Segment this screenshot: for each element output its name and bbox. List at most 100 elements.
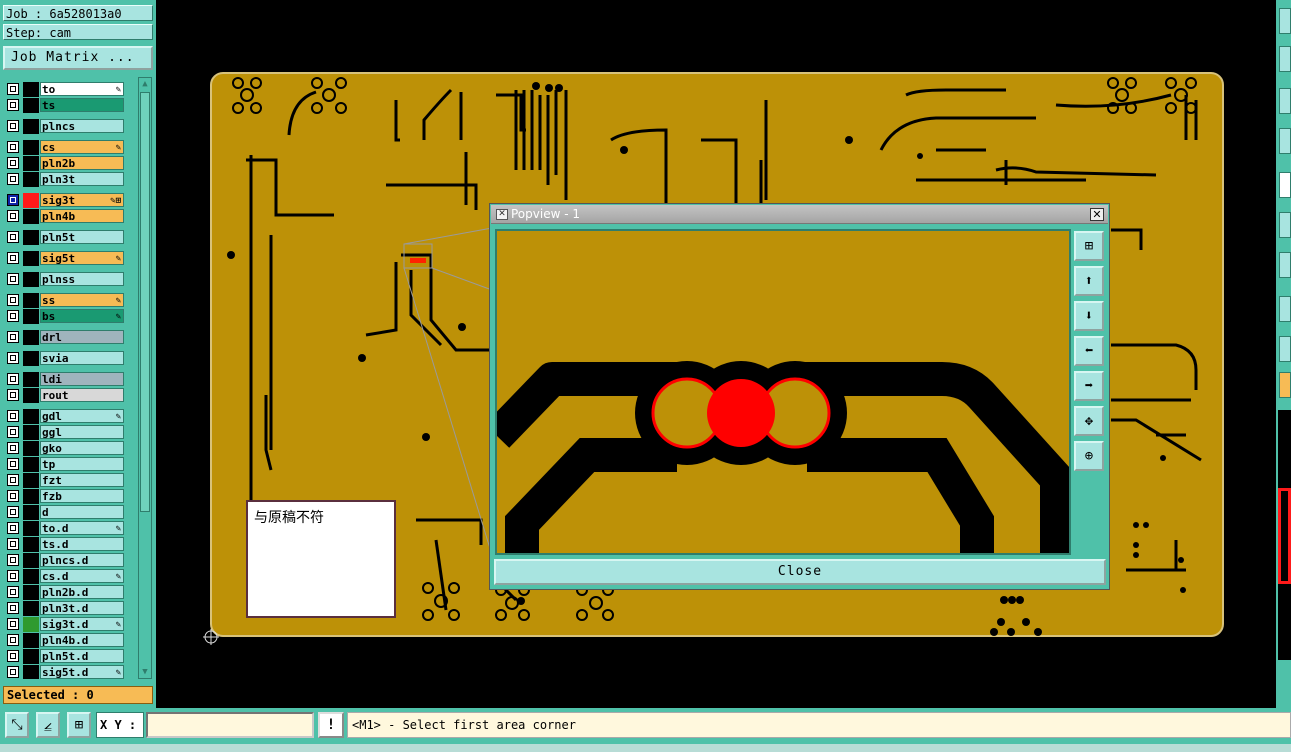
layer-color-swatch[interactable] bbox=[23, 473, 39, 488]
layer-checkbox[interactable] bbox=[7, 120, 19, 132]
layer-color-swatch[interactable] bbox=[23, 601, 39, 616]
layer-name[interactable]: d bbox=[40, 505, 124, 519]
zoom-in-icon[interactable]: ✥ bbox=[1074, 406, 1104, 436]
layer-color-swatch[interactable] bbox=[23, 82, 39, 97]
layer-row[interactable]: ts.d bbox=[3, 537, 137, 552]
layer-color-swatch[interactable] bbox=[23, 330, 39, 345]
layer-checkbox[interactable] bbox=[7, 352, 19, 364]
layer-color-swatch[interactable] bbox=[23, 388, 39, 403]
layer-row[interactable]: sig5t ✎ bbox=[3, 251, 137, 266]
layer-row[interactable]: pln4b bbox=[3, 209, 137, 224]
layer-row[interactable]: drl bbox=[3, 330, 137, 345]
zoom-out-icon[interactable]: ⊕ bbox=[1074, 441, 1104, 471]
layer-color-swatch[interactable] bbox=[23, 272, 39, 287]
layer-color-swatch[interactable] bbox=[23, 251, 39, 266]
layer-color-swatch[interactable] bbox=[23, 372, 39, 387]
layer-checkbox[interactable] bbox=[7, 194, 19, 206]
layer-row[interactable]: pln4b.d bbox=[3, 633, 137, 648]
layer-name[interactable]: gdl ✎ bbox=[40, 409, 124, 423]
layer-row[interactable]: ldi bbox=[3, 372, 137, 387]
layer-row[interactable]: tp bbox=[3, 457, 137, 472]
right-tool-button[interactable] bbox=[1279, 8, 1291, 34]
layer-checkbox[interactable] bbox=[7, 666, 19, 678]
layer-checkbox[interactable] bbox=[7, 410, 19, 422]
layer-name[interactable]: plnss bbox=[40, 272, 124, 286]
layer-color-swatch[interactable] bbox=[23, 172, 39, 187]
layer-name[interactable]: sig5t.d ✎ bbox=[40, 665, 124, 679]
layer-checkbox[interactable] bbox=[7, 294, 19, 306]
layer-row[interactable]: plnss bbox=[3, 272, 137, 287]
layer-name[interactable]: plncs bbox=[40, 119, 124, 133]
popview-titlebar[interactable]: ✕ Popview - 1 ✕ bbox=[491, 205, 1108, 224]
layer-checkbox[interactable] bbox=[7, 586, 19, 598]
layer-row[interactable]: pln2b.d bbox=[3, 585, 137, 600]
layer-row[interactable]: plncs.d bbox=[3, 553, 137, 568]
popview-canvas[interactable] bbox=[495, 229, 1071, 555]
layer-color-swatch[interactable] bbox=[23, 665, 39, 679]
layer-color-swatch[interactable] bbox=[23, 457, 39, 472]
layer-row[interactable]: bs ✎ bbox=[3, 309, 137, 324]
layer-color-swatch[interactable] bbox=[23, 537, 39, 552]
layer-checkbox[interactable] bbox=[7, 99, 19, 111]
layer-name[interactable]: pln2b.d bbox=[40, 585, 124, 599]
layer-row[interactable]: to ✎ bbox=[3, 82, 137, 97]
layer-row[interactable]: d bbox=[3, 505, 137, 520]
layer-name[interactable]: ss ✎ bbox=[40, 293, 124, 307]
close-icon[interactable]: ✕ bbox=[1090, 208, 1104, 221]
layer-row[interactable]: ts bbox=[3, 98, 137, 113]
layer-row[interactable]: fzb bbox=[3, 489, 137, 504]
layer-row[interactable]: rout bbox=[3, 388, 137, 403]
layer-color-swatch[interactable] bbox=[23, 505, 39, 520]
arrow-up-icon[interactable]: ⬆ bbox=[1074, 266, 1104, 296]
right-tool-button[interactable] bbox=[1279, 128, 1291, 154]
layer-color-swatch[interactable] bbox=[23, 585, 39, 600]
layer-name[interactable]: ggl bbox=[40, 425, 124, 439]
arrow-down-icon[interactable]: ⬇ bbox=[1074, 301, 1104, 331]
right-tool-button[interactable] bbox=[1279, 336, 1291, 362]
layer-checkbox[interactable] bbox=[7, 157, 19, 169]
layer-color-swatch[interactable] bbox=[23, 441, 39, 456]
layer-checkbox[interactable] bbox=[7, 634, 19, 646]
right-tool-button[interactable] bbox=[1279, 252, 1291, 278]
layer-name[interactable]: cs ✎ bbox=[40, 140, 124, 154]
layer-checkbox[interactable] bbox=[7, 570, 19, 582]
grid-icon[interactable]: ⊞ bbox=[67, 712, 91, 738]
layer-checkbox[interactable] bbox=[7, 273, 19, 285]
layer-name[interactable]: tp bbox=[40, 457, 124, 471]
layer-checkbox[interactable] bbox=[7, 252, 19, 264]
layer-name[interactable]: cs.d ✎ bbox=[40, 569, 124, 583]
layer-checkbox[interactable] bbox=[7, 210, 19, 222]
layer-row[interactable]: plncs bbox=[3, 119, 137, 134]
layer-checkbox[interactable] bbox=[7, 554, 19, 566]
zoomed-trace-view[interactable] bbox=[497, 231, 1069, 553]
job-matrix-button[interactable]: Job Matrix ... bbox=[3, 46, 153, 70]
scroll-thumb[interactable] bbox=[140, 92, 150, 512]
layer-name[interactable]: pln5t.d bbox=[40, 649, 124, 663]
layer-color-swatch[interactable] bbox=[23, 293, 39, 308]
layer-name[interactable]: sig3t.d ✎ bbox=[40, 617, 124, 631]
layer-name[interactable]: pln2b bbox=[40, 156, 124, 170]
layer-row[interactable]: fzt bbox=[3, 473, 137, 488]
layer-name[interactable]: pln4b bbox=[40, 209, 124, 223]
layer-checkbox[interactable] bbox=[7, 442, 19, 454]
layer-checkbox[interactable] bbox=[7, 506, 19, 518]
layer-color-swatch[interactable] bbox=[23, 209, 39, 224]
measure-icon[interactable]: ⤡ bbox=[5, 712, 29, 738]
layer-name[interactable]: pln3t.d bbox=[40, 601, 124, 615]
layer-color-swatch[interactable] bbox=[23, 409, 39, 424]
layer-checkbox[interactable] bbox=[7, 389, 19, 401]
layer-checkbox[interactable] bbox=[7, 310, 19, 322]
right-tool-button[interactable] bbox=[1279, 372, 1291, 398]
layer-name[interactable]: ts bbox=[40, 98, 124, 112]
scroll-down-icon[interactable]: ▼ bbox=[139, 666, 151, 678]
layer-color-swatch[interactable] bbox=[23, 617, 39, 632]
layer-checkbox[interactable] bbox=[7, 602, 19, 614]
layer-row[interactable]: sig5t.d ✎ bbox=[3, 665, 137, 679]
layer-color-swatch[interactable] bbox=[23, 569, 39, 584]
right-tool-button[interactable] bbox=[1279, 88, 1291, 114]
layer-row[interactable]: pln3t bbox=[3, 172, 137, 187]
layer-row[interactable]: pln5t bbox=[3, 230, 137, 245]
layer-color-swatch[interactable] bbox=[23, 633, 39, 648]
layer-color-swatch[interactable] bbox=[23, 140, 39, 155]
arrow-left-icon[interactable]: ⬅ bbox=[1074, 336, 1104, 366]
